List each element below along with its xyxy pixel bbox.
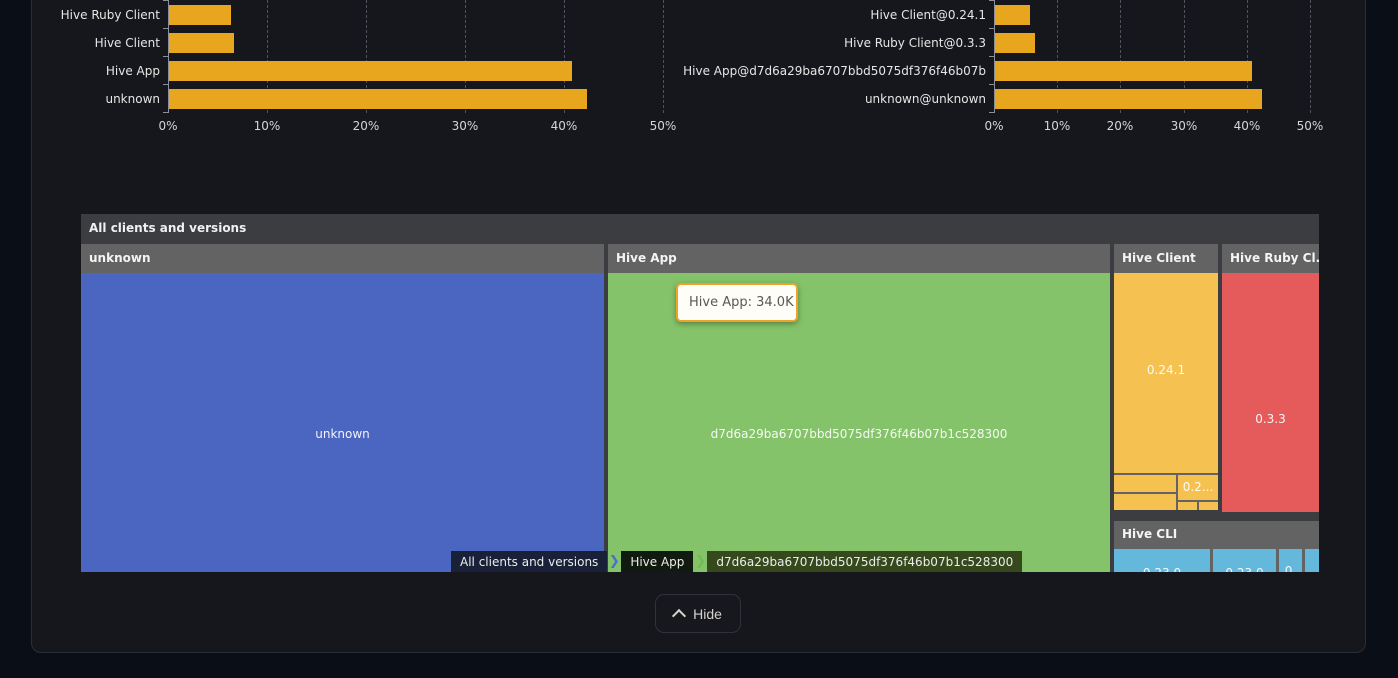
x-tick-label: 40% (540, 119, 588, 133)
treemap-section-header: Hive CLI (1122, 521, 1177, 547)
category-label: unknown@unknown (865, 89, 986, 109)
treemap-cell-hive-ruby-033[interactable]: 0.3.3 (1222, 273, 1319, 512)
chevron-up-icon (672, 608, 686, 622)
bar[interactable] (169, 61, 572, 81)
chart-versions-plot (994, 0, 1310, 113)
treemap-breadcrumb: All clients and versions ❯ Hive App ❯ d7… (451, 551, 1022, 572)
axis-tick (163, 56, 168, 57)
axis-tick (989, 0, 994, 1)
axis-tick (989, 84, 994, 85)
chart-clients-category-axis: Hive Ruby Client Hive Client Hive App un… (0, 0, 160, 113)
hide-button-label: Hide (693, 606, 722, 622)
category-label: unknown (105, 89, 160, 109)
axis-tick (163, 28, 168, 29)
gridline (1310, 0, 1311, 113)
treemap-all-clients: All clients and versions unknown unknown… (81, 214, 1319, 572)
chart-versions-category-axis: Hive Client@0.24.1 Hive Ruby Client@0.3.… (700, 0, 986, 113)
x-tick-label: 40% (1223, 119, 1271, 133)
treemap-cell-label: 0.24.1 (1114, 363, 1218, 377)
x-tick-label: 50% (1286, 119, 1334, 133)
breadcrumb-item-hive-app[interactable]: Hive App (621, 551, 693, 572)
axis-tick (163, 112, 168, 113)
category-label: Hive Ruby Client (61, 5, 160, 25)
treemap-cell-label: 0.2... (1178, 480, 1218, 494)
treemap-tooltip: Hive App: 34.0K (676, 283, 798, 322)
x-tick-label: 30% (441, 119, 489, 133)
chevron-right-icon: ❯ (607, 551, 621, 572)
treemap-cell-label: 0.3.3 (1222, 412, 1319, 426)
x-tick-label: 20% (342, 119, 390, 133)
tooltip-text: Hive App: 34.0K (689, 295, 794, 310)
treemap-cell-hive-client-tiny[interactable] (1178, 502, 1197, 510)
treemap-cell-hive-cli-tiny[interactable] (1305, 549, 1319, 572)
breadcrumb-item-version-hash[interactable]: d7d6a29ba6707bbd5075df376f46b07b1c528300 (707, 551, 1022, 572)
x-tick-label: 30% (1160, 119, 1208, 133)
bar[interactable] (995, 89, 1262, 109)
bar[interactable] (169, 89, 587, 109)
bar[interactable] (169, 33, 234, 53)
treemap-cell-label: 0.23.0 (1114, 566, 1210, 572)
x-tick-label: 50% (639, 119, 687, 133)
treemap-cell-label: 0.23.0 (1213, 566, 1276, 572)
treemap-cell-label: d7d6a29ba6707bbd5075df376f46b07b1c528300 (608, 427, 1110, 441)
treemap-cell-hive-client-small[interactable] (1114, 475, 1176, 492)
treemap-cell-label: 0. (1279, 564, 1302, 572)
axis-tick (989, 112, 994, 113)
treemap-cell-hive-client-tiny[interactable] (1199, 502, 1218, 510)
axis-tick (989, 56, 994, 57)
treemap-section-hive-client[interactable]: Hive Client 0.24.1 0.2... (1114, 244, 1218, 510)
treemap-cell-hive-cli-0230[interactable]: 0.23.0 (1114, 549, 1210, 572)
treemap-section-header: Hive Client (1122, 244, 1196, 273)
treemap-section-hive-cli[interactable]: Hive CLI 0.23.0 0.23.0 0. (1114, 521, 1319, 572)
category-label: Hive Ruby Client@0.3.3 (844, 33, 986, 53)
treemap-section-header: unknown (89, 244, 150, 273)
category-label: Hive Client (95, 33, 160, 53)
x-tick-label: 10% (1033, 119, 1081, 133)
treemap-title: All clients and versions (89, 214, 246, 242)
breadcrumb-item-all-clients[interactable]: All clients and versions (451, 551, 607, 572)
treemap-section-header: Hive Ruby Cl... (1230, 244, 1319, 273)
category-label: Hive App (106, 61, 160, 81)
axis-tick (989, 28, 994, 29)
treemap-cell-unknown[interactable]: unknown (81, 273, 604, 572)
x-tick-label: 10% (243, 119, 291, 133)
hide-button[interactable]: Hide (655, 594, 741, 633)
category-label: Hive Client@0.24.1 (870, 5, 986, 25)
treemap-section-unknown[interactable]: unknown unknown (81, 244, 604, 572)
treemap-cell-hive-client-0241[interactable]: 0.24.1 (1114, 273, 1218, 473)
category-label: Hive App@d7d6a29ba6707bbd5075df376f46b07… (683, 61, 986, 81)
treemap-cell-hive-client-02x[interactable]: 0.2... (1178, 475, 1218, 500)
x-tick-label: 0% (144, 119, 192, 133)
gridline (663, 0, 664, 113)
bar[interactable] (995, 33, 1035, 53)
treemap-cell-label: unknown (81, 427, 604, 441)
chart-clients-plot (168, 0, 663, 113)
bar[interactable] (995, 61, 1252, 81)
bar[interactable] (995, 5, 1030, 25)
treemap-cell-hive-cli-small[interactable]: 0. (1279, 549, 1302, 572)
treemap-section-header: Hive App (616, 244, 677, 273)
x-tick-label: 20% (1096, 119, 1144, 133)
treemap-section-hive-ruby-client[interactable]: Hive Ruby Cl... 0.3.3 (1222, 244, 1319, 512)
axis-tick (163, 84, 168, 85)
bar[interactable] (169, 5, 231, 25)
chevron-right-icon: ❯ (693, 551, 707, 572)
axis-tick (163, 0, 168, 1)
treemap-cell-hive-cli-0230b[interactable]: 0.23.0 (1213, 549, 1276, 572)
x-tick-label: 0% (970, 119, 1018, 133)
treemap-cell-hive-client-small[interactable] (1114, 494, 1176, 510)
